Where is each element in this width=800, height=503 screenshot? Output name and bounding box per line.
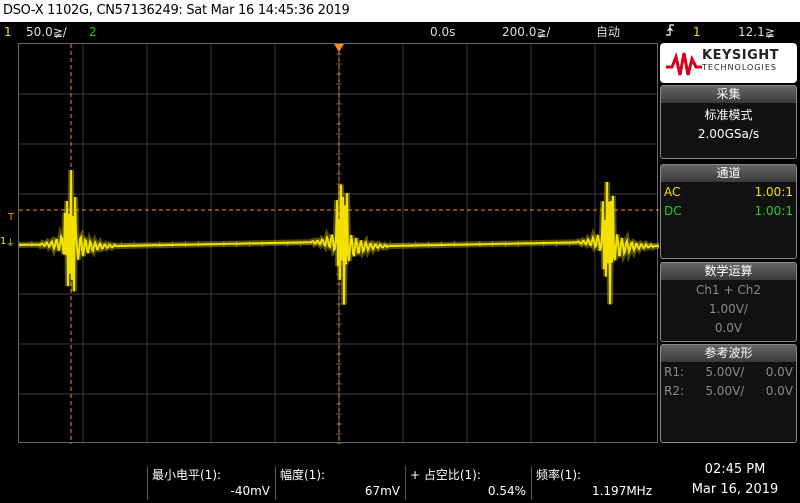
measurement-amplitude[interactable]: 幅度(1): 67mV [275,466,404,500]
brand-sub: TECHNOLOGIES [702,63,777,72]
side-panel: KEYSIGHT TECHNOLOGIES 采集 标准模式 2.00GSa/s … [660,43,800,443]
reference-section[interactable]: 参考波形 R1: 5.00V/ 0.0V R2: 5.00V/ 0.0V [660,344,797,443]
status-bar: 1 50.0≩/ 2 0.0s 200.0≩/ 自动 1 12.1≩ [0,22,800,42]
ch2-indicator[interactable]: 2 [89,22,97,42]
ref1-offset: 0.0V [765,365,793,379]
trigger-channel[interactable]: 1 [693,22,701,42]
channel-section[interactable]: 通道 AC 1.00:1 DC 1.00:1 [660,164,797,259]
ref1-scale: 5.00V/ [705,365,745,379]
title-bar: DSO-X 1102G, CN57136249: Sat Mar 16 14:4… [0,0,800,22]
clock-date: Mar 16, 2019 [691,482,779,497]
trigger-edge-icon [664,22,676,44]
sample-rate: 2.00GSa/s [697,127,760,141]
reference-title: 参考波形 [661,345,796,362]
acquire-mode: 标准模式 [704,108,753,122]
time-delay[interactable]: 0.0s [430,22,455,42]
measurement-label: 频率(1): [536,468,582,482]
acquire-title: 采集 [661,86,796,103]
measurement-value: 67mV [364,484,400,498]
ref2-scale: 5.00V/ [705,384,745,398]
ch1-coupling: AC [664,185,681,199]
measurement-bar: 最小电平(1): -40mV 幅度(1): 67mV + 占空比(1): 0.5… [0,460,800,503]
clock-time: 02:45 PM [704,462,766,477]
math-scale: 1.00V/ [709,302,748,316]
measurement-duty[interactable]: + 占空比(1): 0.54% [405,466,530,500]
ground-icon: ⏚ [6,239,16,249]
waveform-display[interactable] [18,43,659,444]
ch1-probe: 1.00:1 [754,185,793,199]
ch2-probe: 1.00:1 [754,204,793,218]
ch1-indicator[interactable]: 1 [4,22,12,42]
trigger-position-marker[interactable] [333,44,345,54]
brand-name: KEYSIGHT [702,48,779,63]
ch1-scale[interactable]: 50.0≩/ [26,22,67,42]
math-offset: 0.0V [714,321,743,335]
ref1-label: R1: [664,365,685,379]
keysight-logo: KEYSIGHT TECHNOLOGIES [660,43,797,83]
measurement-min[interactable]: 最小电平(1): -40mV [147,466,274,500]
channel-title: 通道 [661,165,796,182]
measurement-value: -40mV [230,484,271,498]
keysight-wave-icon [666,51,702,76]
title-text: DSO-X 1102G, CN57136249: Sat Mar 16 14:4… [3,3,350,18]
measurement-label: + 占空比(1): [410,468,481,482]
math-title: 数学运算 [661,263,796,280]
ref2-offset: 0.0V [765,384,793,398]
trigger-level[interactable]: 12.1≩ [738,22,775,42]
math-section[interactable]: 数学运算 Ch1 + Ch2 1.00V/ 0.0V [660,262,797,342]
ref2-label: R2: [664,384,685,398]
math-expression: Ch1 + Ch2 [696,283,761,297]
measurement-label: 幅度(1): [280,468,326,482]
clock: 02:45 PM Mar 16, 2019 [680,460,790,500]
trigger-mode[interactable]: 自动 [596,22,620,42]
graticule [19,44,659,444]
trigger-level-marker[interactable]: T [8,212,14,223]
measurement-label: 最小电平(1): [152,468,222,482]
acquire-section[interactable]: 采集 标准模式 2.00GSa/s [660,85,797,159]
measurement-frequency[interactable]: 频率(1): 1.197MHz [531,466,656,500]
ch2-coupling: DC [664,204,682,218]
measurement-value: 1.197MHz [591,484,652,498]
measurement-value: 0.54% [487,484,526,498]
time-scale[interactable]: 200.0≩/ [502,22,550,42]
